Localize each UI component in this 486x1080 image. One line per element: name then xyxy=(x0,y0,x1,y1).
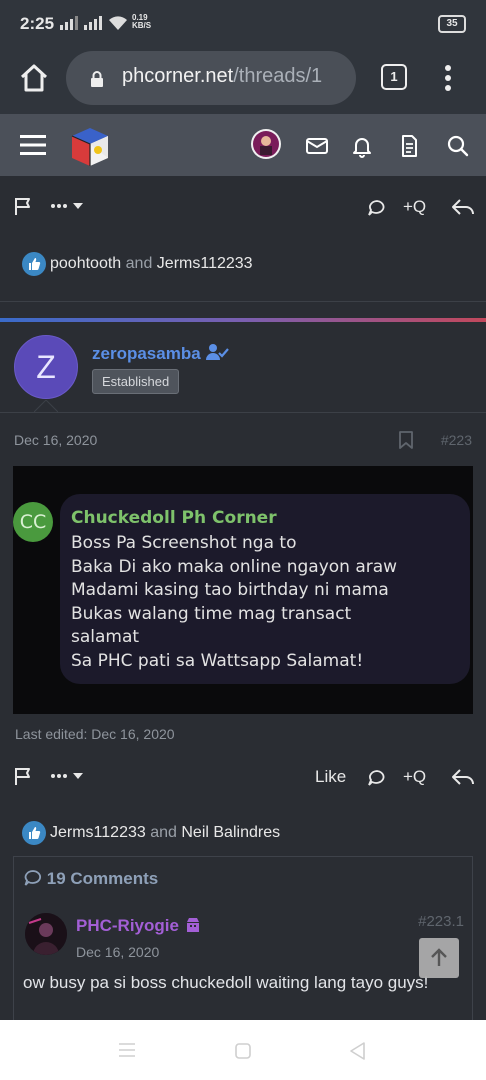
arrow-up-icon xyxy=(431,948,447,966)
reply-icon[interactable] xyxy=(451,767,475,787)
system-nav-bar xyxy=(0,1020,486,1080)
bookmark-icon[interactable] xyxy=(398,431,414,449)
commenter-name[interactable]: PHC-Riyogie xyxy=(76,915,202,936)
back-nav-icon[interactable] xyxy=(348,1041,368,1061)
comment-bubble-icon xyxy=(24,870,41,886)
chat-bubble: Chuckedoll Ph Corner Boss Pa Screenshot … xyxy=(60,494,470,684)
liker-name[interactable]: poohtooth xyxy=(50,255,121,272)
post-separator xyxy=(0,301,486,302)
comment-date[interactable]: Dec 16, 2020 xyxy=(76,944,159,960)
post-date[interactable]: Dec 16, 2020 xyxy=(14,432,97,448)
flag-icon[interactable] xyxy=(13,196,33,216)
liker-name[interactable]: Neil Balindres xyxy=(181,824,280,841)
post-header-separator xyxy=(0,412,486,413)
commenter-name-text: PHC-Riyogie xyxy=(76,916,179,935)
search-icon[interactable] xyxy=(444,132,472,160)
and-text: and xyxy=(125,255,153,273)
status-bar: 2:25 0.19 KB/S 35 xyxy=(0,0,486,46)
user-avatar[interactable] xyxy=(251,129,281,159)
flag-icon[interactable] xyxy=(13,766,33,786)
chat-message: Boss Pa Screenshot nga to Baka Di ako ma… xyxy=(71,533,398,671)
comment-number[interactable]: #223.1 xyxy=(418,913,464,930)
verified-user-icon xyxy=(206,344,230,360)
post-actions: +Q xyxy=(0,758,486,798)
quote-button[interactable]: +Q xyxy=(403,197,426,217)
wifi-icon xyxy=(109,16,127,30)
post-number[interactable]: #223 xyxy=(441,432,472,448)
comment-icon[interactable] xyxy=(367,768,387,788)
post-author-avatar[interactable]: Z xyxy=(14,335,78,399)
commenter-avatar-image xyxy=(25,913,67,955)
avatar-pointer xyxy=(34,400,58,413)
post-actions-prev: +Q xyxy=(0,188,486,228)
more-vert-icon[interactable] xyxy=(440,63,456,93)
post-author-name-text: zeropasamba xyxy=(92,344,201,363)
comments-count: 19 Comments xyxy=(46,869,159,888)
liker-name[interactable]: Jerms112233 xyxy=(50,824,146,841)
more-options-icon[interactable] xyxy=(50,770,86,782)
site-navbar xyxy=(0,114,486,176)
bell-icon[interactable] xyxy=(348,132,376,160)
last-edited: Last edited: Dec 16, 2020 xyxy=(15,726,175,742)
liker-name[interactable]: Jerms112233 xyxy=(157,255,253,272)
signal-icon xyxy=(60,16,78,30)
url-text: phcorner.net/threads/1 xyxy=(122,65,323,87)
chat-sender: Chuckedoll Ph Corner xyxy=(71,508,277,528)
staff-badge-icon xyxy=(186,918,199,932)
scroll-to-top-button[interactable] xyxy=(419,938,459,978)
hamburger-menu-icon[interactable] xyxy=(20,134,46,156)
commenter-avatar[interactable] xyxy=(25,913,67,955)
post-image[interactable]: CC Chuckedoll Ph Corner Boss Pa Screensh… xyxy=(13,466,473,714)
quote-button[interactable]: +Q xyxy=(403,767,426,787)
chat-avatar: CC xyxy=(13,502,53,542)
comment-icon[interactable] xyxy=(367,198,387,218)
reply-icon[interactable] xyxy=(451,197,475,217)
and-text: and xyxy=(150,824,177,842)
browser-toolbar: phcorner.net/threads/1 1 xyxy=(0,46,486,114)
net-speed: 0.19 KB/S xyxy=(132,13,152,30)
recent-apps-icon[interactable] xyxy=(117,1042,137,1058)
battery-indicator: 35 xyxy=(438,15,466,33)
document-icon[interactable] xyxy=(395,132,423,160)
more-options-icon[interactable] xyxy=(50,200,86,212)
reaction-summary-prev: poohtooth and Jerms112233 xyxy=(22,252,253,276)
like-reaction-icon xyxy=(22,252,46,276)
user-avatar-image xyxy=(253,131,279,157)
site-logo[interactable] xyxy=(66,122,114,170)
comment-text: ow busy pa si boss chuckedoll waiting la… xyxy=(23,973,429,992)
comments-section: 19 Comments PHC-Riyogie Dec 16, 2020 #22… xyxy=(13,856,473,1038)
home-nav-icon[interactable] xyxy=(234,1042,252,1060)
lock-icon xyxy=(91,71,103,87)
signal-icon-2 xyxy=(84,16,102,30)
comments-toggle[interactable]: 19 Comments xyxy=(24,869,158,889)
post-author-name[interactable]: zeropasamba xyxy=(92,342,230,364)
tab-switcher-button[interactable]: 1 xyxy=(381,64,407,90)
status-time: 2:25 xyxy=(20,14,55,33)
like-reaction-icon xyxy=(22,821,46,845)
mail-icon[interactable] xyxy=(303,132,331,160)
like-button[interactable]: Like xyxy=(315,767,346,787)
url-bar[interactable]: phcorner.net/threads/1 xyxy=(66,51,356,105)
reaction-summary: Jerms112233 and Neil Balindres xyxy=(22,821,280,845)
home-icon[interactable] xyxy=(18,62,50,94)
user-title-badge: Established xyxy=(92,369,180,394)
